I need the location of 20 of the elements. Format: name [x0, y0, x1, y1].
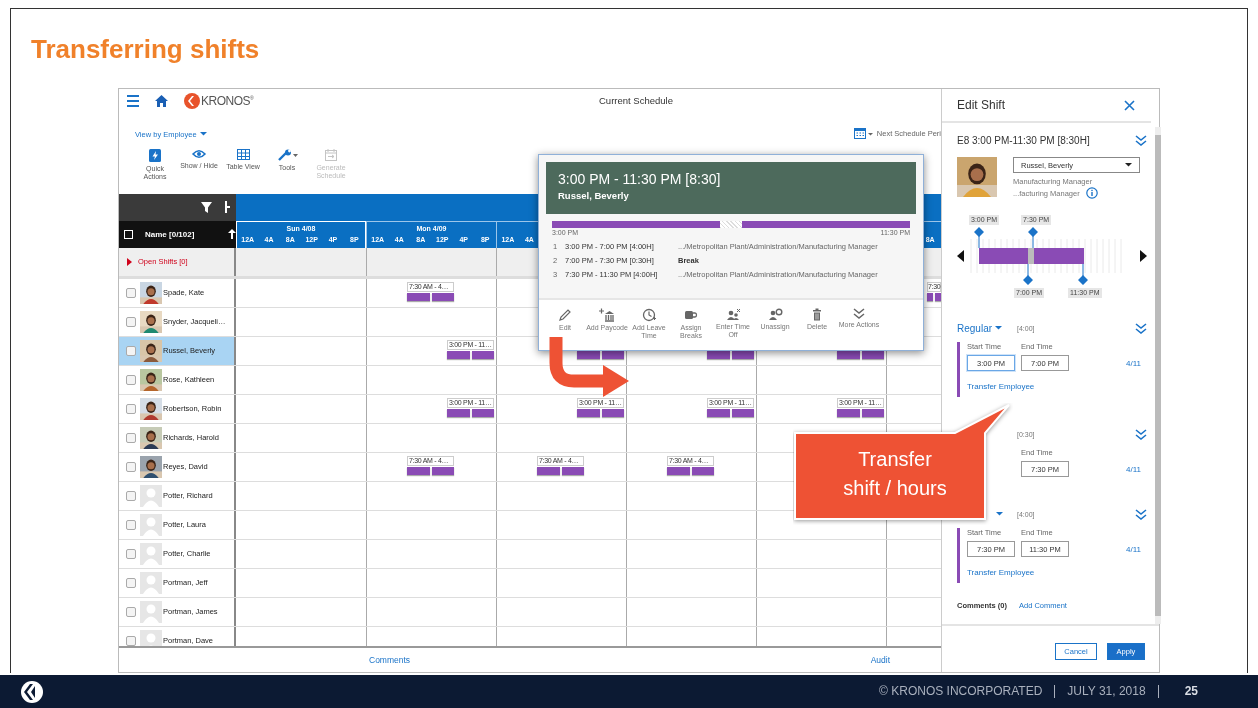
panel-title: Edit Shift [957, 98, 1007, 112]
logo-text: KRONOS$^{®}$ [201, 93, 254, 108]
transfer-link[interactable]: Transfer Employee [967, 382, 1147, 391]
transfer-link[interactable]: Transfer Employee [967, 568, 1147, 577]
footer-link[interactable]: Comments [369, 655, 411, 666]
date: JULY 31, 2018 [1054, 685, 1158, 698]
copyright: © KRONOS INCORPORATED [878, 685, 1044, 698]
footer-link[interactable]: Audit [870, 655, 890, 666]
page-number: 25 [1157, 685, 1258, 698]
shift-summary: E8 3:00 PM-11:30 PM [8:30H] [957, 134, 1091, 146]
column-header[interactable]: Name [0/102] [145, 229, 218, 239]
page-title: Current Schedule [599, 95, 673, 107]
employee-name: Russel, Beverly [558, 190, 630, 201]
slide-title: Transferring shifts [31, 34, 260, 64]
pay-type-dropdown[interactable]: Regular [957, 322, 1003, 334]
date-link[interactable]: 4/11 [1126, 358, 1141, 368]
shift-time-title: 3:00 PM - 11:30 PM [8:30] [558, 171, 722, 187]
date-link[interactable]: 4/11 [1126, 464, 1141, 474]
callout-text: Transfer shift / hours [843, 448, 947, 499]
date-link[interactable]: 4/11 [1126, 544, 1141, 554]
